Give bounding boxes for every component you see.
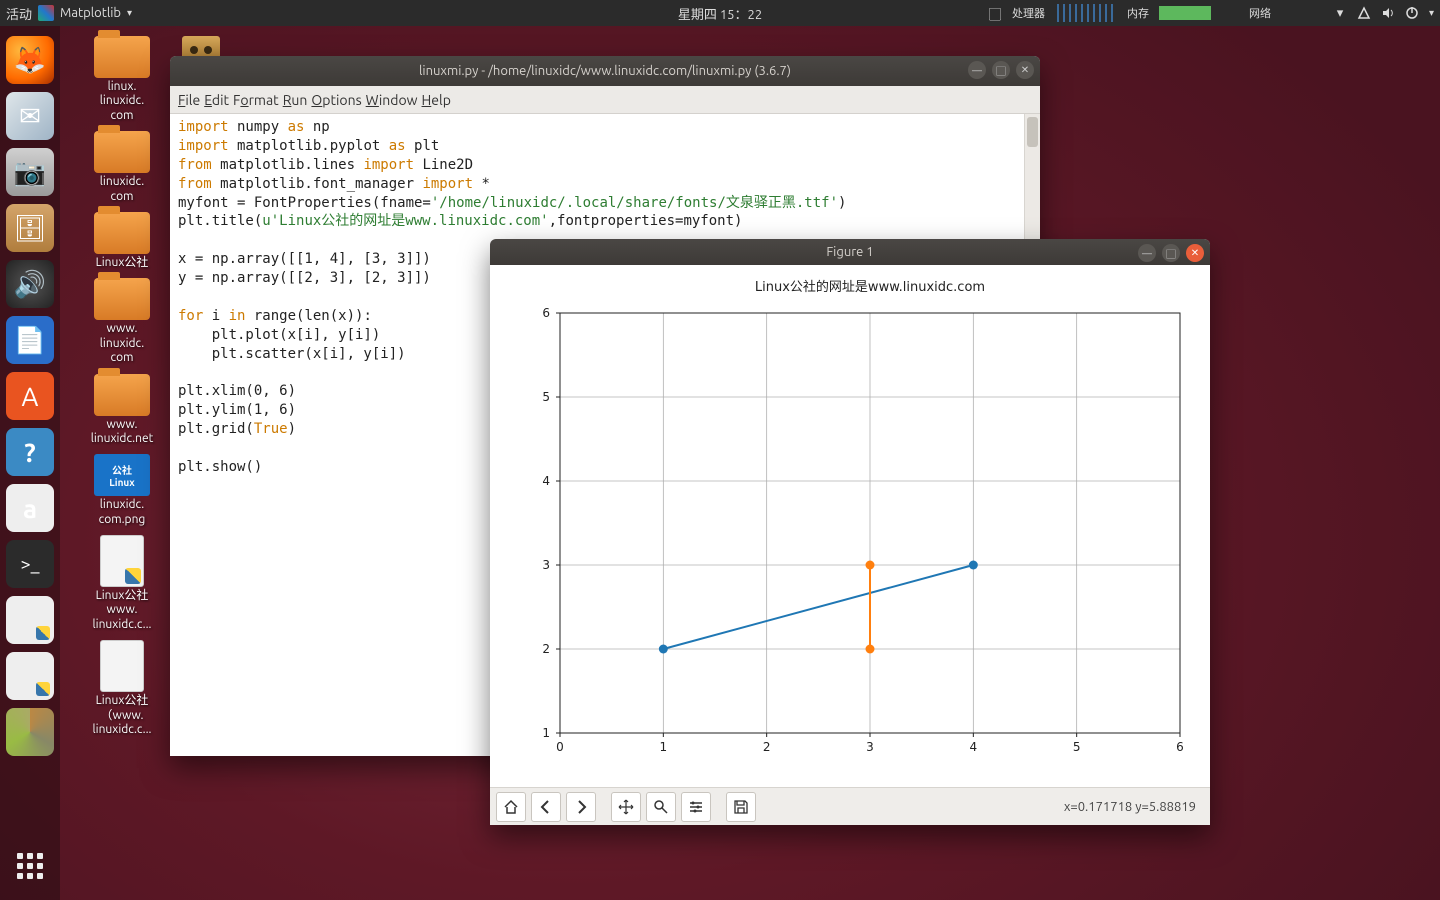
app-menu-caret-icon[interactable]: ▾ [127,7,132,19]
desktop-folder[interactable]: linuxidc. com [72,131,172,204]
home-button[interactable] [496,792,526,822]
matplotlib-icon [38,5,54,21]
power-icon[interactable] [1405,6,1419,20]
camera-launcher[interactable]: 📷 [6,148,54,196]
figure-window: Figure 1 — ▢ ✕ Linux公社的网址是www.linuxidc.c… [490,239,1210,825]
mem-label: 内存 [1127,5,1149,21]
svg-text:5: 5 [1073,740,1081,754]
writer-launcher[interactable]: 📄 [6,316,54,364]
desktop-folder[interactable]: linux. linuxidc. com [72,36,172,123]
chart-svg: Linux公社的网址是www.linuxidc.com0123456123456 [490,265,1210,783]
menu-format[interactable]: Format [233,92,279,108]
show-apps-button[interactable] [6,842,54,890]
cpu-label: 处理器 [1012,5,1045,21]
top-panel: 活动 Matplotlib ▾ 星期四 15：22 ▢ 处理器 内存 网络 ▾ … [0,0,1440,26]
active-app-name[interactable]: Matplotlib [60,6,121,20]
figure-titlebar[interactable]: Figure 1 — ▢ ✕ [490,239,1210,265]
volume-icon[interactable] [1381,6,1395,20]
desktop-folder[interactable]: www. linuxidc. com [72,278,172,365]
idle-titlebar[interactable]: linuxmi.py - /home/linuxidc/www.linuxidc… [170,56,1040,86]
menu-edit[interactable]: Edit [204,92,229,108]
desktop-folder[interactable]: Linux公社 [72,212,172,270]
clock-label[interactable]: 星期四 15：22 [678,4,762,23]
disk-analyzer-launcher[interactable] [6,708,54,756]
close-button[interactable]: ✕ [1016,61,1034,79]
net-label: 网络 [1249,5,1271,21]
idle-window-title: linuxmi.py - /home/linuxidc/www.linuxidc… [419,64,791,78]
svg-text:5: 5 [542,390,550,404]
svg-text:4: 4 [970,740,978,754]
desktop-icons: linux. linuxidc. com linuxidc. com Linux… [72,36,172,737]
system-monitor-icon[interactable]: ▢ [988,6,1002,20]
plot-canvas[interactable]: Linux公社的网址是www.linuxidc.com0123456123456 [490,265,1210,787]
minimize-button[interactable]: — [968,61,986,79]
menu-help[interactable]: Help [422,92,451,108]
svg-text:3: 3 [542,558,550,572]
figure-window-title: Figure 1 [826,245,873,259]
desktop-file[interactable]: Linux公社 （www. linuxidc.c... [72,640,172,737]
matplotlib-toolbar: x=0.171718 y=5.88819 [490,787,1210,825]
svg-text:4: 4 [542,474,550,488]
amazon-launcher[interactable]: a [6,484,54,532]
menu-file[interactable]: File [178,92,200,108]
firefox-launcher[interactable]: 🦊 [6,36,54,84]
configure-button[interactable] [681,792,711,822]
software-center-launcher[interactable]: A [6,372,54,420]
mem-graph [1159,6,1239,20]
terminal-launcher[interactable]: >_ [6,540,54,588]
idle-menubar: File Edit Format Run Options Window Help [170,86,1040,114]
save-button[interactable] [726,792,756,822]
svg-text:2: 2 [763,740,771,754]
net-graph [1283,4,1323,22]
thunderbird-launcher[interactable]: ✉ [6,92,54,140]
network-status-icon[interactable] [1357,6,1371,20]
menu-run[interactable]: Run [283,92,308,108]
menu-window[interactable]: Window [366,92,418,108]
maximize-button[interactable]: ▢ [992,61,1010,79]
activities-button[interactable]: 活动 [6,4,32,23]
input-method-icon[interactable]: ▾ [1333,6,1347,20]
dock: 🦊 ✉ 📷 🗄 🔊 📄 A ? a >_ [0,26,60,900]
files-launcher[interactable]: 🗄 [6,204,54,252]
svg-text:1: 1 [660,740,668,754]
zoom-button[interactable] [646,792,676,822]
svg-text:Linux公社的网址是www.linuxidc.com: Linux公社的网址是www.linuxidc.com [755,279,985,295]
python-file-launcher[interactable] [6,596,54,644]
back-button[interactable] [531,792,561,822]
system-menu-caret-icon[interactable]: ▾ [1429,7,1434,19]
cursor-coordinates: x=0.171718 y=5.88819 [1064,800,1204,814]
pan-button[interactable] [611,792,641,822]
forward-button[interactable] [566,792,596,822]
svg-text:6: 6 [1176,740,1184,754]
svg-text:2: 2 [542,642,550,656]
desktop-file[interactable]: Linux公社 www. linuxidc.c... [72,535,172,632]
python-file-launcher-2[interactable] [6,652,54,700]
desktop-image[interactable]: 公社Linuxlinuxidc. com.png [72,454,172,527]
cpu-graph [1057,4,1117,22]
svg-text:3: 3 [866,740,874,754]
svg-text:1: 1 [542,726,550,740]
svg-text:6: 6 [542,306,550,320]
maximize-button[interactable]: ▢ [1162,244,1180,262]
minimize-button[interactable]: — [1138,244,1156,262]
menu-options[interactable]: Options [311,92,361,108]
help-launcher[interactable]: ? [6,428,54,476]
close-button[interactable]: ✕ [1186,244,1204,262]
svg-text:0: 0 [556,740,564,754]
desktop-folder[interactable]: www. linuxidc.net [72,374,172,447]
music-launcher[interactable]: 🔊 [6,260,54,308]
